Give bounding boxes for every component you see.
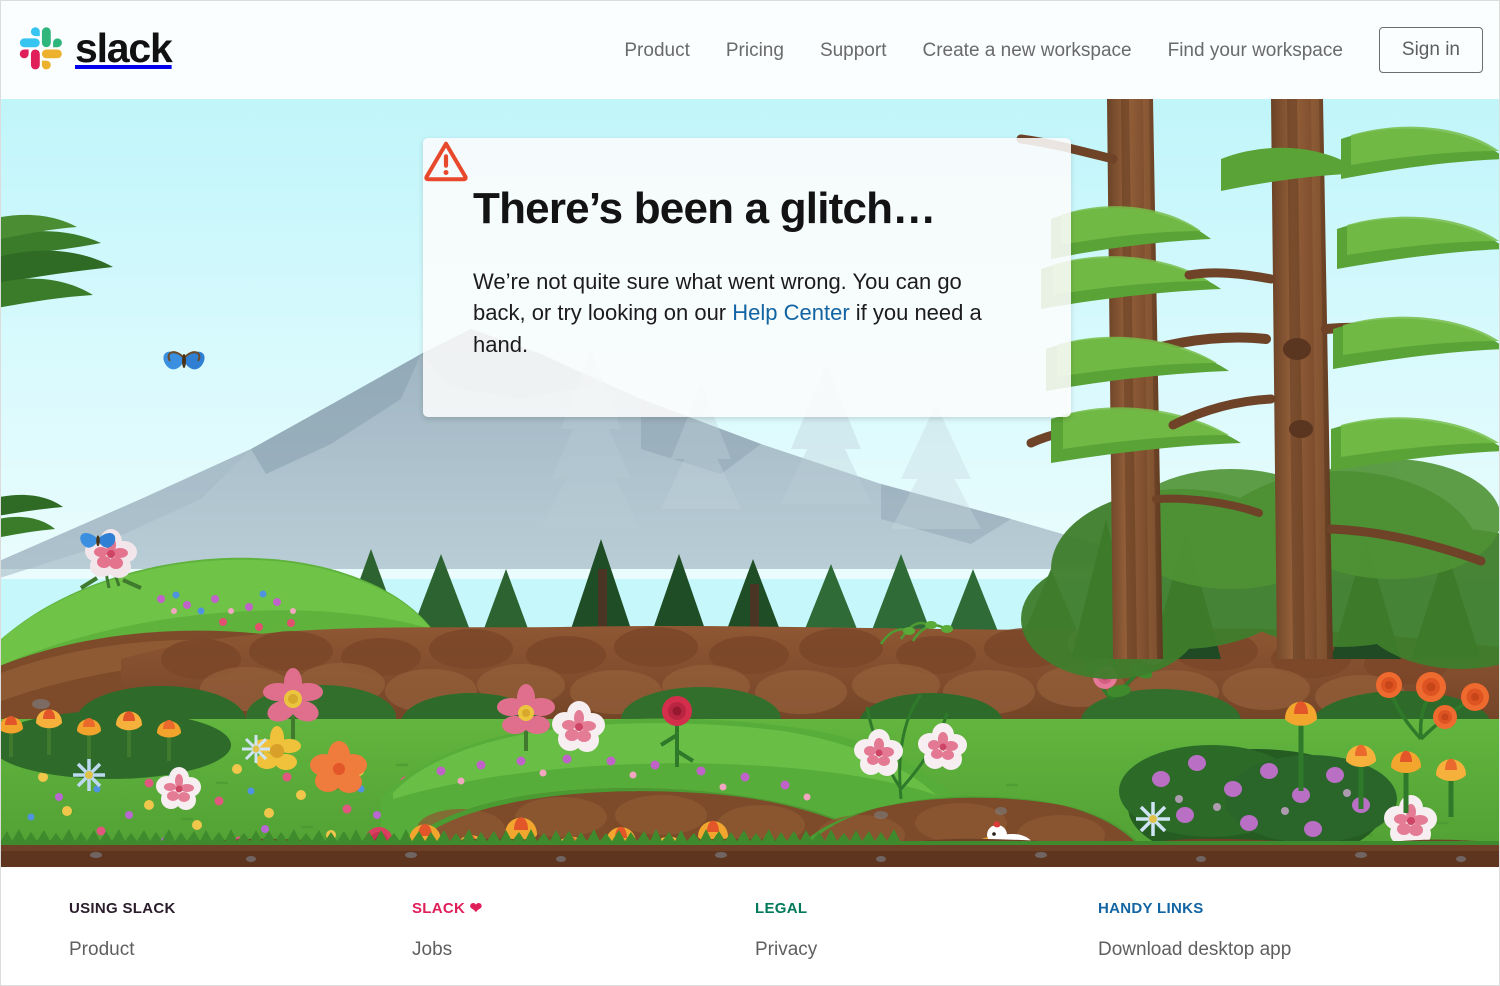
footer-column-using-slack: USING SLACK Product [69, 901, 412, 960]
orange-rose-2 [1376, 672, 1402, 698]
slack-logo-link[interactable]: slack [19, 24, 173, 71]
footer-column-legal: LEGAL Privacy [755, 901, 1098, 960]
butterfly-upper [163, 351, 205, 370]
sign-in-button[interactable]: Sign in [1378, 27, 1483, 73]
footer-link-jobs[interactable]: Jobs [412, 940, 452, 959]
footer-link-privacy[interactable]: Privacy [755, 940, 817, 959]
error-card: There’s been a glitch… We’re not quite s… [423, 138, 1071, 417]
footer-heading-using-slack: USING SLACK [69, 900, 176, 917]
nav-item-find-workspace[interactable]: Find your workspace [1150, 41, 1361, 60]
help-center-link[interactable]: Help Center [732, 300, 849, 325]
footer-link-download-desktop-app[interactable]: Download desktop app [1098, 940, 1291, 959]
blue-star-flower-2 [242, 735, 270, 763]
footer-column-slack: SLACK ❤ Jobs [412, 901, 755, 960]
footer-heading-slack-text: SLACK [412, 900, 466, 917]
slack-logo-icon [19, 27, 62, 70]
main-navigation: Product Pricing Support Create a new wor… [606, 1, 1483, 99]
warning-triangle-icon [424, 141, 468, 182]
forest-meadow-illustration: There’s been a glitch… We’re not quite s… [1, 99, 1499, 867]
blue-star-flower-3 [1136, 802, 1170, 836]
footer-link-product[interactable]: Product [69, 940, 134, 959]
nav-item-create-workspace[interactable]: Create a new workspace [904, 41, 1149, 60]
slack-error-page: slack Product Pricing Support Create a n… [0, 0, 1500, 986]
error-message: We’re not quite sure what went wrong. Yo… [473, 266, 993, 360]
heart-icon: ❤ [469, 900, 483, 917]
site-footer: USING SLACK Product SLACK ❤ Jobs LEGAL P… [1, 867, 1499, 985]
slack-wordmark: slack [75, 24, 173, 71]
footer-heading-handy-links: HANDY LINKS [1098, 900, 1204, 917]
orange-rose [1416, 672, 1446, 702]
orange-rose-4 [1433, 705, 1457, 729]
site-header: slack Product Pricing Support Create a n… [1, 1, 1499, 99]
footer-columns: USING SLACK Product SLACK ❤ Jobs LEGAL P… [1, 901, 1499, 960]
footer-column-handy-links: HANDY LINKS Download desktop app [1098, 901, 1291, 960]
orange-rose-3 [1461, 683, 1489, 711]
nav-item-product[interactable]: Product [606, 41, 707, 60]
footer-heading-slack: SLACK ❤ [412, 901, 755, 916]
nav-item-support[interactable]: Support [802, 41, 905, 60]
error-card-header: There’s been a glitch… [424, 141, 1015, 233]
nav-item-pricing[interactable]: Pricing [708, 41, 802, 60]
footer-heading-legal: LEGAL [755, 900, 808, 917]
error-title: There’s been a glitch… [473, 184, 936, 233]
